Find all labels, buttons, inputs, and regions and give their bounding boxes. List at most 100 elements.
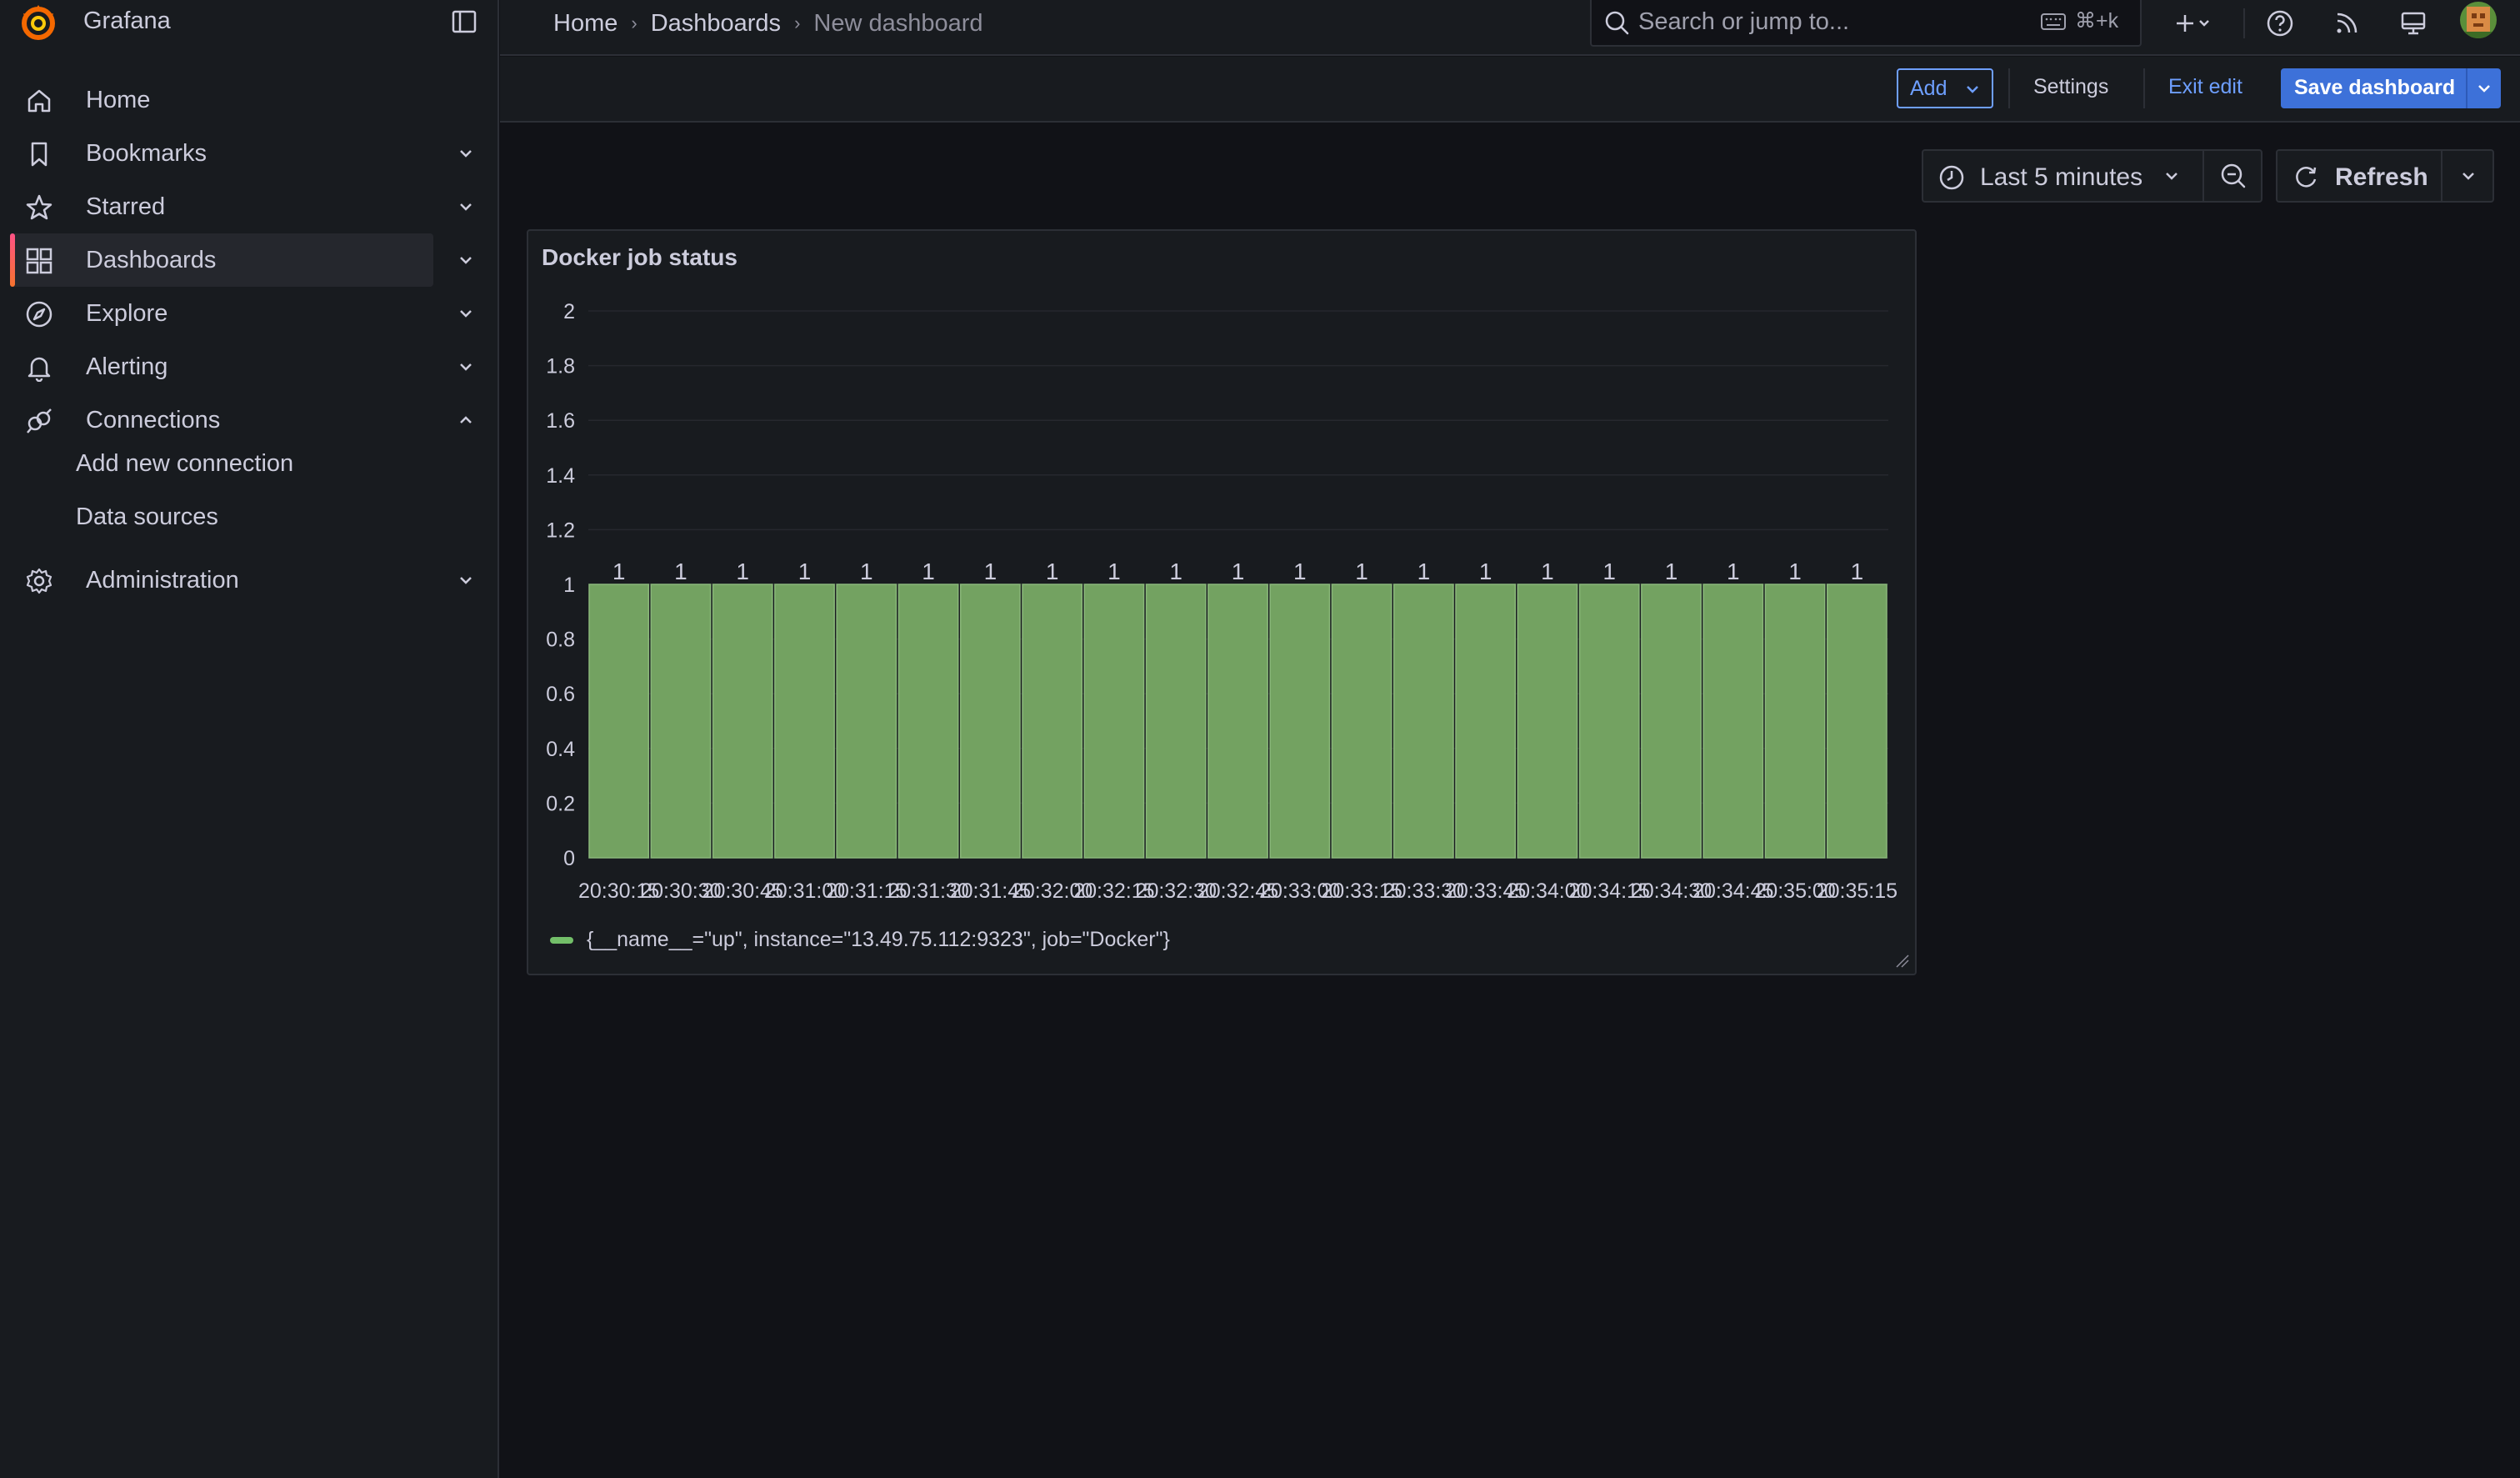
bar-value-label: 1 <box>1232 559 1245 584</box>
breadcrumb-home[interactable]: Home <box>553 10 618 38</box>
refresh-interval-button[interactable] <box>2441 151 2494 201</box>
y-tick-label: 1.4 <box>546 464 575 488</box>
y-tick-label: 1 <box>563 574 575 597</box>
sidebar-item-label: Administration <box>86 567 239 594</box>
sidebar-item-administration[interactable]: Administration <box>10 554 433 607</box>
grafana-app: Grafana Home Bookmarks Starred Dashboards Ex… <box>0 0 2520 1478</box>
bar[interactable] <box>1331 584 1392 859</box>
bar[interactable] <box>1702 584 1764 859</box>
topbar-divider <box>2243 8 2245 38</box>
bar-value-label: 1 <box>1046 559 1059 584</box>
bar-value-label: 1 <box>1788 559 1802 584</box>
chevron-down-icon <box>460 363 472 371</box>
sidebar-expand-button[interactable] <box>448 350 484 383</box>
breadcrumb-current: New dashboard <box>813 9 983 37</box>
gear-icon <box>26 568 52 594</box>
sidebar-item-label: Starred <box>86 193 166 220</box>
monitor-icon <box>2401 12 2426 35</box>
refresh-picker: Refresh <box>2276 149 2494 203</box>
sidebar-subitem-add-new-connection[interactable]: Add new connection <box>76 450 293 490</box>
toolbar-divider <box>2008 68 2010 108</box>
refresh-button[interactable]: Refresh <box>2335 163 2428 192</box>
sidebar-item-connections[interactable]: Connections <box>10 393 433 447</box>
news-button[interactable] <box>2328 7 2365 40</box>
sidebar-expand-button[interactable] <box>448 403 484 437</box>
bar[interactable] <box>1826 584 1888 859</box>
sidebar-item-explore[interactable]: Explore <box>10 287 433 340</box>
resize-handle-icon[interactable] <box>1893 952 1910 969</box>
breadcrumb: Home › Dashboards › New dashboard <box>553 7 983 40</box>
settings-button[interactable]: Settings <box>2033 75 2108 99</box>
bar[interactable] <box>836 584 898 859</box>
help-button[interactable] <box>2262 7 2298 40</box>
bar[interactable] <box>1269 584 1331 859</box>
sidebar-expand-button[interactable] <box>448 190 484 223</box>
bar[interactable] <box>1208 584 1268 859</box>
bar[interactable] <box>774 584 835 859</box>
sidebar-expand-button[interactable] <box>448 243 484 277</box>
bar-value-label: 1 <box>1851 559 1864 584</box>
bar[interactable] <box>1392 584 1454 859</box>
bar-value-label: 1 <box>674 559 688 584</box>
sidebar-expand-button[interactable] <box>448 564 484 597</box>
sidebar-item-alerting[interactable]: Alerting <box>10 340 433 393</box>
zoom-out-icon <box>2221 163 2246 188</box>
user-avatar[interactable] <box>2460 2 2497 38</box>
grafana-logo-icon[interactable] <box>18 2 60 43</box>
bar[interactable] <box>712 584 773 859</box>
zoom-out-button[interactable] <box>2202 149 2262 203</box>
time-range-label: Last 5 minutes <box>1980 163 2143 191</box>
chevron-down-icon <box>460 310 472 318</box>
chevron-down-icon <box>460 577 472 584</box>
sidebar-expand-button[interactable] <box>448 297 484 330</box>
save-options-button[interactable] <box>2466 68 2501 108</box>
bar[interactable] <box>1517 584 1578 859</box>
sidebar-item-label: Alerting <box>86 353 168 380</box>
avatar-image <box>2460 2 2497 38</box>
bar[interactable] <box>1145 584 1207 859</box>
bar[interactable] <box>1578 584 1640 859</box>
chevron-down-icon <box>460 203 472 211</box>
bar[interactable] <box>898 584 959 859</box>
sidebar: Grafana Home Bookmarks Starred Dashboards Ex… <box>0 0 499 1478</box>
breadcrumb-dashboards[interactable]: Dashboards <box>651 10 781 38</box>
exit-edit-button[interactable]: Exit edit <box>2168 75 2242 99</box>
sidebar-subitem-data-sources[interactable]: Data sources <box>76 504 218 544</box>
panel-docker-job-status[interactable]: 0 0.2 0.4 0.6 0.8 1 1.2 1.4 1.6 1.8 2 1 20:30:15 1 20:… <box>527 229 1917 975</box>
plus-icon <box>2177 15 2209 32</box>
panel-title[interactable]: Docker job status <box>542 244 738 271</box>
add-button-label: Add <box>1910 77 1948 100</box>
legend-swatch <box>550 936 573 944</box>
sidebar-item-bookmarks[interactable]: Bookmarks <box>10 127 433 180</box>
save-dashboard-button[interactable]: Save dashboard <box>2281 68 2501 108</box>
sidebar-expand-button[interactable] <box>448 137 484 170</box>
bar[interactable] <box>1022 584 1083 859</box>
sidebar-item-home[interactable]: Home <box>10 73 433 127</box>
dock-menu-icon[interactable] <box>450 8 480 35</box>
chart-legend[interactable]: {__name__="up", instance="13.49.75.112:9… <box>550 928 1170 952</box>
search-box[interactable]: ⌘+k <box>1590 0 2142 47</box>
bar[interactable] <box>1764 584 1826 859</box>
bar[interactable] <box>1641 584 1702 859</box>
bar[interactable] <box>1455 584 1517 859</box>
bar-value-label: 1 <box>798 559 812 584</box>
new-menu-button[interactable] <box>2165 7 2215 40</box>
sidebar-item-starred[interactable]: Starred <box>10 180 433 233</box>
top-bar: Home › Dashboards › New dashboard ⌘+k <box>500 0 2520 56</box>
search-input[interactable] <box>1638 7 2022 37</box>
bar-value-label: 1 <box>1479 559 1492 584</box>
chevron-up-icon <box>460 416 472 423</box>
bar[interactable] <box>959 584 1021 859</box>
sidebar-item-dashboards[interactable]: Dashboards <box>10 233 433 287</box>
bar-value-label: 1 <box>1169 559 1182 584</box>
dashboard-toolbar: Add Settings Exit edit Save dashboard <box>500 57 2520 123</box>
help-icon <box>2267 10 2293 37</box>
bar-value-label: 1 <box>984 559 998 584</box>
bar[interactable] <box>1083 584 1145 859</box>
chevron-down-icon <box>460 257 472 264</box>
refresh-icon[interactable] <box>2292 164 2319 191</box>
bar[interactable] <box>650 584 712 859</box>
add-button[interactable]: Add <box>1897 68 1993 108</box>
kiosk-mode-button[interactable] <box>2395 7 2432 40</box>
bar[interactable] <box>588 584 650 859</box>
